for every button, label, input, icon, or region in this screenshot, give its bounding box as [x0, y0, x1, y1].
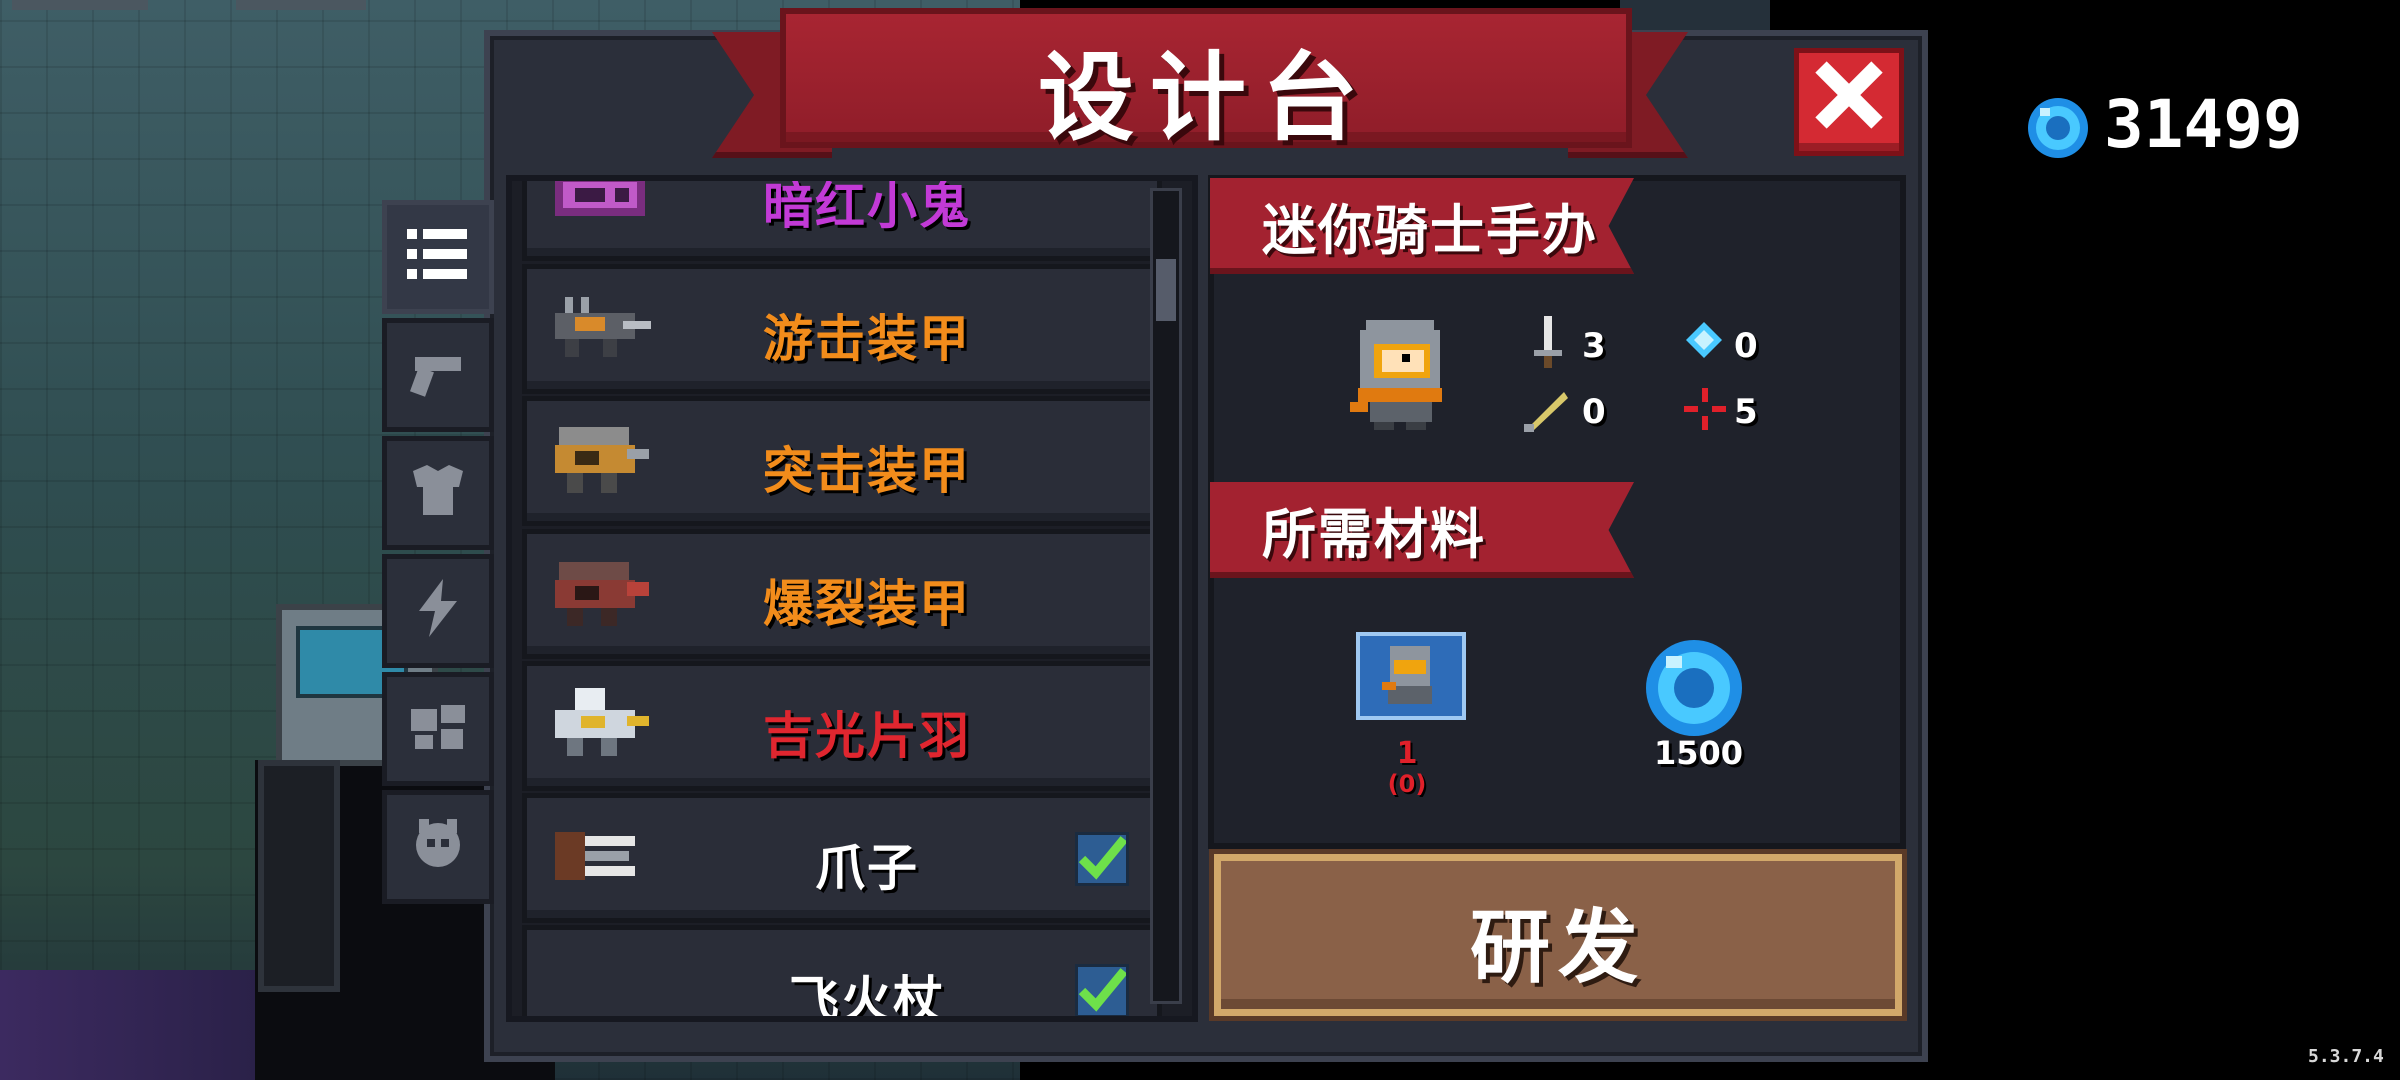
gem-balance: 31499: [2104, 86, 2303, 163]
item-name: 迷你骑士手办: [1262, 199, 1598, 262]
list-item[interactable]: 爪子: [522, 793, 1162, 923]
claw-icon: [555, 832, 635, 880]
owned-checkbox: [1075, 964, 1129, 1016]
energy-value: 0: [1734, 326, 1758, 366]
materials-ribbon: 所需材料: [1210, 482, 1634, 578]
version-label: 5.3.7.4: [2308, 1046, 2384, 1067]
blueprint-required: 1: [1396, 736, 1418, 771]
research-button[interactable]: 研发: [1214, 854, 1902, 1016]
scene-glow: [0, 970, 260, 1080]
tab-all[interactable]: [382, 200, 494, 314]
mech-icon: [555, 297, 651, 357]
check-icon: [1078, 836, 1128, 880]
list-item[interactable]: 暗红小鬼: [522, 177, 1162, 261]
crit-icon: [1524, 392, 1568, 432]
tab-skills[interactable]: [382, 554, 494, 668]
item-label: 吉光片羽: [763, 707, 971, 765]
list-item[interactable]: 吉光片羽: [522, 661, 1162, 791]
item-label: 游击装甲: [763, 310, 971, 368]
research-label: 研发: [1470, 901, 1646, 994]
accuracy-value: 5: [1734, 392, 1758, 432]
blueprint-list[interactable]: 暗红小鬼 游击装甲 突击装甲 爆裂装甲 吉光片羽 爪子 飞火杖: [506, 175, 1198, 1022]
pet-icon: [416, 819, 460, 867]
close-icon: [1815, 61, 1883, 129]
page-title: 设计台: [1038, 42, 1374, 154]
item-label: 暗红小鬼: [763, 177, 971, 235]
item-label: 飞火杖: [789, 971, 945, 1022]
materials-title: 所需材料: [1262, 503, 1486, 566]
scrollbar-thumb[interactable]: [1156, 259, 1176, 321]
energy-icon: [1686, 322, 1722, 358]
knight-figure-icon: [1350, 320, 1442, 430]
list-item[interactable]: 突击装甲: [522, 396, 1162, 526]
accuracy-icon: [1684, 388, 1726, 430]
title-banner: 设计台: [780, 8, 1632, 154]
mech-icon: [555, 181, 645, 216]
tab-armor[interactable]: [382, 436, 494, 550]
blueprint-material[interactable]: [1356, 632, 1466, 720]
list-item[interactable]: 飞火杖: [522, 925, 1162, 1022]
scene-ledge: [236, 0, 366, 10]
parts-icon: [411, 705, 465, 749]
list-item[interactable]: 游击装甲: [522, 264, 1162, 394]
close-button[interactable]: [1794, 48, 1904, 156]
item-label: 爪子: [815, 839, 919, 897]
sword-icon: [1534, 316, 1562, 368]
lightning-icon: [419, 579, 457, 637]
tab-weapons[interactable]: [382, 318, 494, 432]
attack-value: 3: [1582, 326, 1606, 366]
mech-icon: [555, 688, 649, 756]
check-icon: [1078, 968, 1128, 1012]
blueprint-owned: (0): [1387, 770, 1427, 798]
mech-icon: [555, 427, 649, 493]
blueprint-icon: [1382, 646, 1432, 704]
armor-icon: [413, 465, 463, 515]
item-label: 爆裂装甲: [763, 575, 971, 633]
gun-icon: [410, 357, 461, 397]
mech-icon: [555, 562, 649, 626]
scene-pillar: [258, 760, 340, 992]
tab-pets[interactable]: [382, 790, 494, 904]
list-item[interactable]: 爆裂装甲: [522, 529, 1162, 659]
tab-parts[interactable]: [382, 672, 494, 786]
crit-value: 0: [1582, 392, 1606, 432]
owned-checkbox: [1075, 832, 1129, 886]
gem-cost: 1500: [1654, 734, 1744, 772]
list-icon: [407, 229, 467, 279]
gem-icon: [2028, 98, 2088, 158]
item-name-ribbon: 迷你骑士手办: [1210, 178, 1634, 274]
gem-icon: [1646, 640, 1742, 736]
item-label: 突击装甲: [763, 442, 971, 500]
scene-ledge: [12, 0, 148, 10]
list-scrollbar[interactable]: [1150, 188, 1182, 1004]
